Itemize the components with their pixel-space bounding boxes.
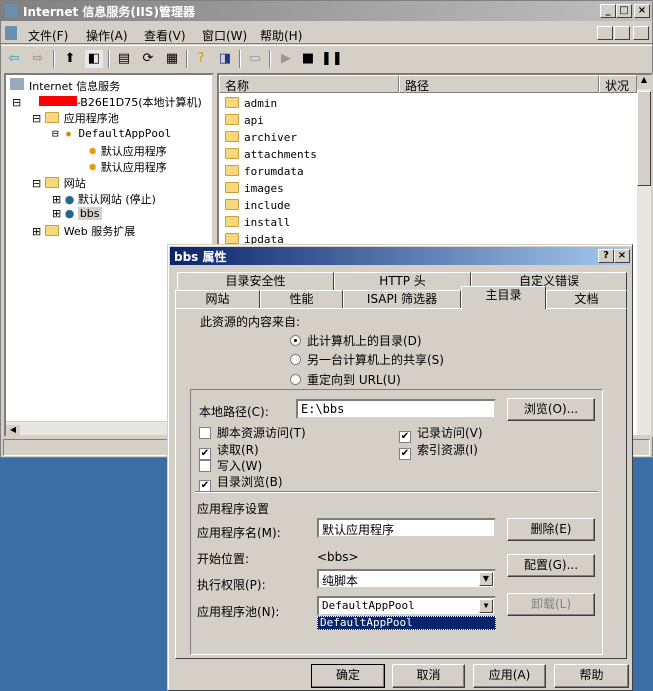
app-pool-select[interactable]: DefaultAppPool ▼ <box>317 596 496 616</box>
child-restore-button[interactable] <box>614 26 630 40</box>
refresh-icon[interactable]: ⟳ <box>139 50 157 68</box>
chevron-down-icon: ▼ <box>479 572 493 586</box>
tree-sites[interactable]: ⊟ 网站 <box>32 175 86 191</box>
start-point-value: <bbs> <box>317 550 359 564</box>
tree-app-pools[interactable]: ⊟ 应用程序池 <box>32 110 119 126</box>
start-point-label: 开始位置: <box>197 552 250 566</box>
maximize-button[interactable]: □ <box>616 4 632 18</box>
app-settings-heading: 应用程序设置 <box>197 502 270 516</box>
settings-group: 本地路径(C): E:\bbs 浏览(O)... 脚本资源访问(T) ✔ 读取(R… <box>190 389 603 655</box>
configure-button[interactable]: 配置(G)... <box>507 554 595 577</box>
divider <box>195 491 598 493</box>
stop-icon[interactable]: ■ <box>299 50 317 68</box>
tab-home-directory[interactable]: 主目录 <box>461 286 546 309</box>
back-icon[interactable]: ⇦ <box>5 50 23 68</box>
list-item[interactable]: install <box>225 216 290 229</box>
checkbox-directory-browsing[interactable]: ✔ 目录浏览(B) <box>199 473 283 492</box>
dialog-close-button[interactable]: × <box>614 249 630 263</box>
source-label: 此资源的内容来自: <box>200 315 301 329</box>
home-directory-panel: 此资源的内容来自: 此计算机上的目录(D) 另一台计算机上的共享(S) 重定向到… <box>175 308 627 659</box>
list-item[interactable]: include <box>225 199 290 212</box>
tree-web-ext[interactable]: ⊞ Web 服务扩展 <box>32 223 135 239</box>
menu-window[interactable]: 窗口(W) <box>202 27 247 44</box>
exec-permission-label: 执行权限(P): <box>197 578 266 592</box>
menu-bar: 文件(F) 操作(A) 查看(V) 窗口(W) 帮助(H) <box>1 22 652 44</box>
local-path-input[interactable]: E:\bbs <box>296 399 496 419</box>
menu-help[interactable]: 帮助(H) <box>260 27 302 44</box>
checkbox-write[interactable]: 写入(W) <box>199 457 262 474</box>
dialog-help-button[interactable]: ? <box>598 249 614 263</box>
checkbox-index-resource[interactable]: ✔ 索引资源(I) <box>399 441 478 460</box>
app-name-input[interactable]: 默认应用程序 <box>317 518 496 538</box>
mmc-icon <box>5 26 17 40</box>
tree-default-site[interactable]: ⊞ ● 默认网站 (停止) <box>52 191 156 207</box>
title-bar: Internet 信息服务(IIS)管理器 _ □ × <box>1 1 652 21</box>
bbs-properties-dialog: bbs 属性 ? × 目录安全性 HTTP 头 自定义错误 网站 性能 ISAP… <box>167 244 633 691</box>
help-icon[interactable]: ? <box>192 50 210 68</box>
window-title: Internet 信息服务(IIS)管理器 <box>23 5 195 19</box>
tree-default-pool[interactable]: ⊟ ✹ DefaultAppPool <box>52 127 171 140</box>
tree-root[interactable]: Internet 信息服务 <box>10 78 120 94</box>
menu-file[interactable]: 文件(F) <box>28 27 68 44</box>
dialog-title-bar: bbs 属性 ? × <box>170 247 630 265</box>
column-path[interactable]: 路径 <box>399 75 599 93</box>
tree-app-2[interactable]: ✹ 默认应用程序 <box>88 159 167 175</box>
tab-http-headers[interactable]: HTTP 头 <box>334 272 471 290</box>
minimize-button[interactable]: _ <box>600 4 616 18</box>
cancel-button[interactable]: 取消 <box>392 664 465 688</box>
list-item[interactable]: admin <box>225 97 277 110</box>
app-pool-option[interactable]: DefaultAppPool <box>317 616 496 630</box>
tree-app-1[interactable]: ✹ 默认应用程序 <box>88 143 167 159</box>
tab-directory-security[interactable]: 目录安全性 <box>177 272 334 290</box>
menu-view[interactable]: 查看(V) <box>144 27 186 44</box>
list-item[interactable]: forumdata <box>225 165 304 178</box>
column-name[interactable]: 名称 <box>219 75 399 93</box>
list-item[interactable]: archiver <box>225 131 297 144</box>
app-name-label: 应用程序名(M): <box>197 526 281 540</box>
close-button[interactable]: × <box>634 4 650 18</box>
tab-performance[interactable]: 性能 <box>260 290 343 308</box>
show-tree-icon[interactable]: ◧ <box>85 50 103 68</box>
up-level-icon[interactable]: ⬆ <box>61 50 79 68</box>
start-icon[interactable]: ▶ <box>277 50 295 68</box>
properties-icon[interactable]: ▤ <box>115 50 133 68</box>
exec-permission-select[interactable]: 纯脚本 ▼ <box>317 569 496 589</box>
radio-redirect-url[interactable]: 重定向到 URL(U) <box>290 371 401 388</box>
list-item[interactable]: images <box>225 182 284 195</box>
apply-button[interactable]: 应用(A) <box>473 664 546 688</box>
app-icon <box>5 4 17 18</box>
tab-isapi-filters[interactable]: ISAPI 筛选器 <box>343 290 461 308</box>
radio-network-share[interactable]: 另一台计算机上的共享(S) <box>290 351 444 368</box>
checkbox-script-source[interactable]: 脚本资源访问(T) <box>199 424 306 441</box>
list-vscrollbar[interactable]: ▲ <box>637 75 651 435</box>
child-close-button[interactable] <box>633 26 649 40</box>
ok-button[interactable]: 确定 <box>311 664 385 688</box>
local-path-label: 本地路径(C): <box>199 405 269 419</box>
list-item[interactable]: api <box>225 114 264 127</box>
export-list-icon[interactable]: ▦ <box>163 50 181 68</box>
dialog-title: bbs 属性 <box>174 250 227 264</box>
unload-button[interactable]: 卸载(L) <box>507 593 595 616</box>
remove-button[interactable]: 删除(E) <box>507 518 595 541</box>
redacted-block <box>38 96 77 106</box>
action-pane-icon[interactable]: ◨ <box>216 50 234 68</box>
help-button[interactable]: 帮助 <box>554 664 629 688</box>
app-pool-label: 应用程序池(N): <box>197 605 280 619</box>
tree-bbs[interactable]: ⊞ ● bbs <box>52 207 102 220</box>
tree-computer[interactable]: ⊟ -B26E1D75(本地计算机) <box>12 94 202 110</box>
radio-local-directory[interactable]: 此计算机上的目录(D) <box>290 332 422 349</box>
browse-button[interactable]: 浏览(O)... <box>507 398 595 421</box>
list-item[interactable]: attachments <box>225 148 317 161</box>
toolbar: ⇦ ⇨ ⬆ ◧ ▤ ⟳ ▦ ? ◨ ▭ ▶ ■ ❚❚ <box>1 45 652 71</box>
tab-documents[interactable]: 文档 <box>546 290 627 308</box>
menu-action[interactable]: 操作(A) <box>86 27 128 44</box>
tab-website[interactable]: 网站 <box>175 290 260 308</box>
child-minimize-button[interactable] <box>597 26 613 40</box>
pause-icon[interactable]: ❚❚ <box>321 50 343 68</box>
computer-icon[interactable]: ▭ <box>246 50 264 68</box>
column-status[interactable]: 状况 <box>599 75 637 93</box>
chevron-down-icon: ▼ <box>479 599 493 613</box>
forward-icon[interactable]: ⇨ <box>29 50 47 68</box>
